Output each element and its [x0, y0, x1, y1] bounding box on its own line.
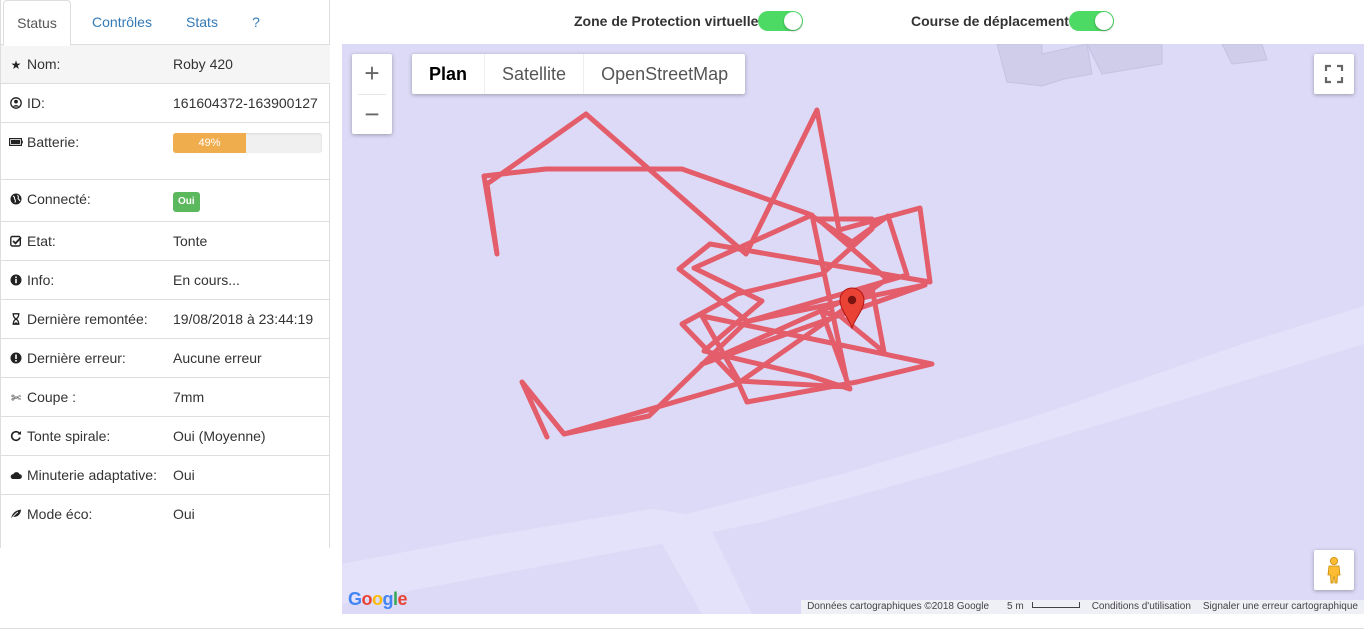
- map-canvas: [342, 44, 1364, 614]
- star-icon: ★: [10, 58, 22, 72]
- bottom-divider: [0, 628, 1364, 629]
- course-deplacement-toggle-group: Course de déplacement: [911, 11, 1114, 31]
- row-value: En cours...: [165, 260, 330, 300]
- terms-link[interactable]: Conditions d'utilisation: [1086, 600, 1197, 614]
- row-value: Aucune erreur: [165, 338, 330, 378]
- tab-controles[interactable]: Contrôles: [79, 0, 165, 45]
- map-type-plan[interactable]: Plan: [412, 54, 486, 94]
- table-row: Mode éco: Oui: [1, 494, 330, 533]
- course-deplacement-label: Course de déplacement: [911, 13, 1069, 29]
- battery-progress-fill: 49%: [173, 133, 246, 153]
- status-table: ★ Nom: Roby 420 ID: 161604372-163900127 B…: [1, 45, 330, 533]
- row-label: Tonte spirale:: [27, 428, 111, 444]
- map-attribution-bar: Données cartographiques ©2018 Google 5 m…: [801, 600, 1364, 614]
- zoom-in-button[interactable]: +: [352, 54, 392, 94]
- map-data-attribution: Données cartographiques ©2018 Google: [807, 601, 990, 612]
- zone-protection-label: Zone de Protection virtuelle: [574, 13, 759, 29]
- table-row: Batterie: 49%: [1, 122, 330, 180]
- row-label: Connecté:: [27, 191, 91, 207]
- battery-progress: 49%: [173, 133, 322, 153]
- map-buildings: [996, 44, 1268, 87]
- tab-stats[interactable]: Stats: [175, 0, 229, 45]
- tab-status[interactable]: Status: [3, 0, 71, 46]
- course-deplacement-switch[interactable]: [1068, 11, 1114, 31]
- mower-path: [481, 107, 935, 440]
- cloud-icon: [9, 467, 23, 485]
- zoom-control: + −: [352, 54, 392, 134]
- row-value: 19/08/2018 à 23:44:19: [165, 299, 330, 339]
- row-value: 161604372-163900127: [165, 83, 330, 123]
- table-row: Minuterie adaptative: Oui: [1, 455, 330, 495]
- report-error-link[interactable]: Signaler une erreur cartographique: [1197, 600, 1364, 614]
- battery-icon: [9, 134, 23, 152]
- row-label: Info:: [27, 272, 55, 288]
- zone-protection-switch[interactable]: [758, 11, 804, 31]
- info-circle-icon: [9, 272, 23, 290]
- fullscreen-icon: [1324, 64, 1344, 84]
- map-scale[interactable]: 5 m: [995, 600, 1086, 614]
- row-value: Oui: [165, 494, 330, 533]
- pegman-icon: [1327, 557, 1341, 584]
- user-circle-icon: [9, 95, 23, 113]
- fullscreen-button[interactable]: [1314, 54, 1354, 94]
- map-type-openstreetmap[interactable]: OpenStreetMap: [584, 54, 745, 94]
- street-view-button[interactable]: [1314, 550, 1354, 590]
- table-row: Tonte spirale: Oui (Moyenne): [1, 416, 330, 456]
- row-label: Etat:: [27, 233, 56, 249]
- row-value: Roby 420: [165, 45, 330, 84]
- status-panel: Status Contrôles Stats ? ★ Nom: Roby 420 …: [0, 0, 330, 548]
- table-row: ID: 161604372-163900127: [1, 83, 330, 123]
- google-logo: Google: [348, 589, 408, 609]
- map-view[interactable]: + − Plan Satellite OpenStreetMap Google …: [342, 44, 1364, 614]
- row-value: 7mm: [165, 377, 330, 417]
- table-row: ✄ Coupe : 7mm: [1, 377, 330, 417]
- scissors-icon: ✄: [10, 391, 22, 405]
- hourglass-icon: [9, 311, 23, 329]
- row-value: Oui (Moyenne): [165, 416, 330, 456]
- row-value: Oui: [165, 455, 330, 495]
- scale-bar: [1031, 602, 1080, 608]
- leaf-icon: [9, 506, 23, 524]
- map-roads: [342, 306, 1364, 614]
- map-type-control: Plan Satellite OpenStreetMap: [412, 54, 746, 94]
- table-row: Info: En cours...: [1, 260, 330, 300]
- row-label: Mode éco:: [27, 506, 93, 522]
- row-label: Coupe :: [27, 389, 77, 405]
- row-label: Dernière remontée:: [27, 311, 148, 327]
- row-label: ID:: [27, 95, 45, 111]
- switch-knob: [1094, 12, 1113, 30]
- row-label: Batterie:: [27, 134, 80, 150]
- exclamation-circle-icon: [9, 350, 23, 368]
- check-square-icon: [9, 233, 23, 251]
- globe-icon: [9, 191, 23, 209]
- row-label: Dernière erreur:: [27, 350, 126, 366]
- table-row: Dernière remontée: 19/08/2018 à 23:44:19: [1, 299, 330, 339]
- zoom-out-button[interactable]: −: [352, 95, 392, 135]
- switch-knob: [784, 12, 803, 30]
- row-value: Tonte: [165, 221, 330, 261]
- table-row: Connecté: Oui: [1, 179, 330, 222]
- zone-protection-toggle-group: Zone de Protection virtuelle: [574, 11, 804, 31]
- connected-badge: Oui: [173, 192, 200, 212]
- row-label: Nom:: [27, 56, 61, 72]
- map-type-satellite[interactable]: Satellite: [485, 54, 585, 94]
- table-row: Dernière erreur: Aucune erreur: [1, 338, 330, 378]
- table-row: Etat: Tonte: [1, 221, 330, 261]
- tab-bar: Status Contrôles Stats ?: [1, 0, 329, 46]
- row-label: Minuterie adaptative:: [27, 467, 157, 483]
- tab-help[interactable]: ?: [241, 0, 271, 45]
- table-row: ★ Nom: Roby 420: [1, 45, 330, 84]
- refresh-icon: [9, 428, 23, 446]
